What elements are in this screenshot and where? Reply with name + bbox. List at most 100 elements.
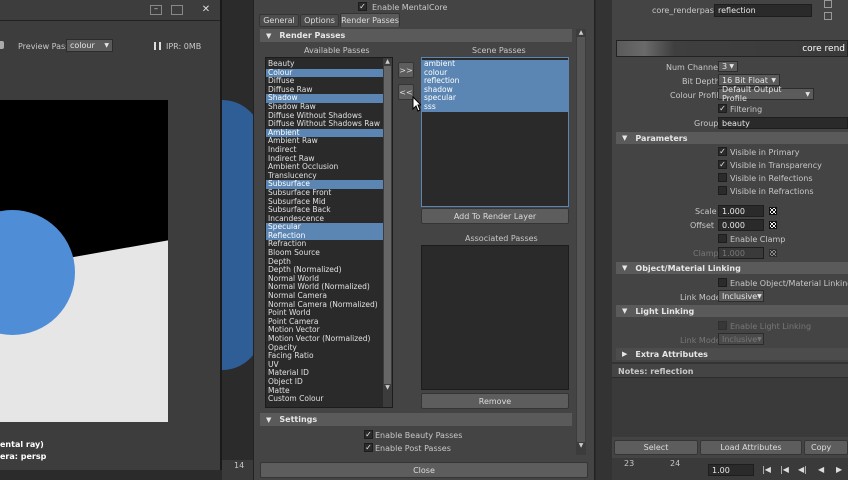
associated-passes-list[interactable]	[421, 245, 569, 390]
ipr-memory-label: IPR: 0MB	[166, 42, 202, 51]
presets-icon[interactable]	[824, 12, 832, 20]
scale-label: Scale	[695, 207, 717, 216]
chevron-down-icon: ▼	[729, 63, 734, 70]
close-label: Close	[413, 465, 435, 475]
viewport-footer-camera: era: persp	[0, 452, 47, 461]
scroll-down-icon[interactable]: ▼	[576, 442, 586, 450]
link-mode-value: Inclusive	[722, 291, 758, 301]
maximize-button[interactable]	[171, 5, 183, 15]
clamp-label: Clamp	[693, 249, 719, 258]
available-passes-list[interactable]: Beauty Colour Diffuse Diffuse Raw Shadow Shad…	[265, 57, 393, 408]
pause-icon[interactable]	[154, 42, 161, 50]
num-channels-value: 3	[722, 62, 728, 71]
enable-beauty-passes-checkbox[interactable]: ✓	[364, 430, 373, 439]
available-pass-item[interactable]: Custom Colour	[266, 395, 392, 404]
scene-pass-item[interactable]: sss	[422, 102, 568, 112]
node-name-field[interactable]: reflection	[714, 4, 812, 17]
preview-pass-label: Preview Pass:	[18, 42, 73, 51]
enable-object-material-checkbox[interactable]	[718, 278, 727, 287]
available-pass-item[interactable]: Facing Ratio	[266, 352, 392, 361]
parameters-section-header[interactable]: ▼ Parameters	[616, 132, 848, 144]
scene-pass-item[interactable]: specular	[422, 94, 568, 103]
scroll-up-icon[interactable]: ▲	[576, 29, 586, 37]
enable-clamp-checkbox[interactable]	[718, 234, 727, 243]
timeline-tick-23: 23	[624, 459, 635, 468]
remove-label: Remove	[478, 396, 512, 406]
extra-attributes-section-header[interactable]: ▶ Extra Attributes	[616, 348, 848, 360]
num-channels-dropdown[interactable]: 3 ▼	[718, 61, 738, 72]
enable-mentalcore-checkbox[interactable]: ✓	[358, 2, 367, 11]
offset-field[interactable]: 0.000	[718, 219, 764, 231]
step-back-icon[interactable]: |◀	[780, 465, 789, 474]
clamp-map-icon	[769, 249, 777, 257]
settings-section-title: Settings	[279, 415, 318, 424]
preview-pass-value: colour	[70, 41, 95, 50]
timeline-tick-24: 24	[670, 459, 681, 468]
copy-label: Copy	[811, 443, 832, 452]
filtering-checkbox[interactable]: ✓	[718, 104, 727, 113]
scale-field[interactable]: 1.000	[718, 205, 764, 217]
expand-arrow-icon: ▶	[622, 350, 628, 358]
add-pass-button[interactable]: >>	[398, 62, 414, 78]
go-to-start-icon[interactable]: |◀	[762, 465, 771, 474]
render-view-window: – ✕ Preview Pass: colour ▼ IPR: 0MB ental…	[0, 0, 222, 470]
current-frame-field[interactable]: 1.00	[708, 464, 754, 476]
tab-render-passes[interactable]: Render Passes	[340, 13, 400, 27]
remove-button[interactable]: Remove	[421, 393, 569, 409]
object-material-linking-section-header[interactable]: ▼ Object/Material Linking	[616, 262, 848, 274]
collapse-arrow-icon: ▼	[266, 31, 272, 40]
link-mode-label: Link Mode	[680, 293, 721, 302]
scrollbar-thumb[interactable]	[577, 37, 585, 442]
colour-profile-dropdown[interactable]: Default Output Profile ▼	[718, 85, 814, 103]
add-to-render-layer-button[interactable]: Add To Render Layer	[421, 208, 569, 224]
load-attributes-button[interactable]: Load Attributes	[700, 440, 802, 455]
visible-in-transparency-checkbox[interactable]: ✓	[718, 160, 727, 169]
bit-depth-value: 16 Bit Float	[722, 75, 768, 85]
select-button[interactable]: Select	[614, 440, 698, 455]
link-mode-dropdown[interactable]: Inclusive ▼	[718, 290, 764, 302]
copy-button[interactable]: Copy	[804, 440, 848, 455]
chevron-down-icon: ▼	[757, 292, 762, 300]
key-back-icon[interactable]: ◀|	[798, 465, 807, 474]
light-link-mode-label: Link Mode	[680, 336, 721, 345]
visible-in-reflections-checkbox[interactable]	[718, 173, 727, 182]
render-image	[0, 100, 168, 422]
light-linking-section-header[interactable]: ▼ Light Linking	[616, 305, 848, 317]
render-passes-section-header[interactable]: ▼ Render Passes	[260, 29, 572, 42]
current-frame-value: 1.00	[712, 465, 730, 475]
close-button[interactable]: Close	[260, 462, 588, 478]
scene-passes-list[interactable]: ambient colour reflection shadow specular sss	[421, 57, 569, 207]
chevron-down-icon: ▼	[104, 42, 109, 49]
close-window-button[interactable]: ✕	[199, 4, 213, 16]
minimize-button[interactable]: –	[150, 5, 162, 15]
attribute-editor: core_renderpass: reflection core rend Nu…	[612, 0, 848, 480]
play-forward-icon[interactable]: ▶	[836, 465, 842, 474]
tab-options[interactable]: Options	[300, 14, 339, 27]
play-back-icon[interactable]: ◀	[818, 465, 824, 474]
settings-section-header[interactable]: ▼ Settings	[260, 413, 572, 426]
scroll-down-icon[interactable]: ▼	[383, 384, 392, 392]
tab-general[interactable]: General	[259, 14, 299, 27]
tab-render-passes-label: Render Passes	[341, 16, 399, 25]
scale-value: 1.000	[722, 206, 745, 216]
scale-map-icon[interactable]	[769, 207, 777, 215]
toolbar-tool-icon[interactable]	[0, 41, 4, 49]
visible-in-refractions-checkbox[interactable]	[718, 186, 727, 195]
colour-profile-value: Default Output Profile	[722, 85, 782, 103]
enable-post-passes-checkbox[interactable]: ✓	[364, 443, 373, 452]
preview-pass-dropdown[interactable]: colour ▼	[66, 39, 113, 52]
render-passes-section-title: Render Passes	[279, 31, 346, 40]
tab-general-label: General	[263, 16, 295, 25]
group-field[interactable]: beauty	[718, 117, 848, 129]
available-passes-scrollbar[interactable]: ▲ ▼	[383, 58, 392, 407]
visible-in-primary-checkbox[interactable]: ✓	[718, 147, 727, 156]
scrollbar-thumb[interactable]	[384, 66, 391, 384]
add-pass-label: >>	[399, 65, 413, 75]
focus-icon[interactable]	[824, 0, 832, 8]
remove-pass-label: <<	[399, 87, 413, 97]
time-slider[interactable]: 23 24 1.00 |◀ |◀ ◀| ◀ ▶	[612, 458, 848, 480]
notes-field[interactable]	[612, 377, 848, 437]
offset-map-icon[interactable]	[769, 221, 777, 229]
scroll-up-icon[interactable]: ▲	[383, 58, 392, 66]
dialog-scrollbar[interactable]: ▲ ▼	[576, 29, 586, 455]
